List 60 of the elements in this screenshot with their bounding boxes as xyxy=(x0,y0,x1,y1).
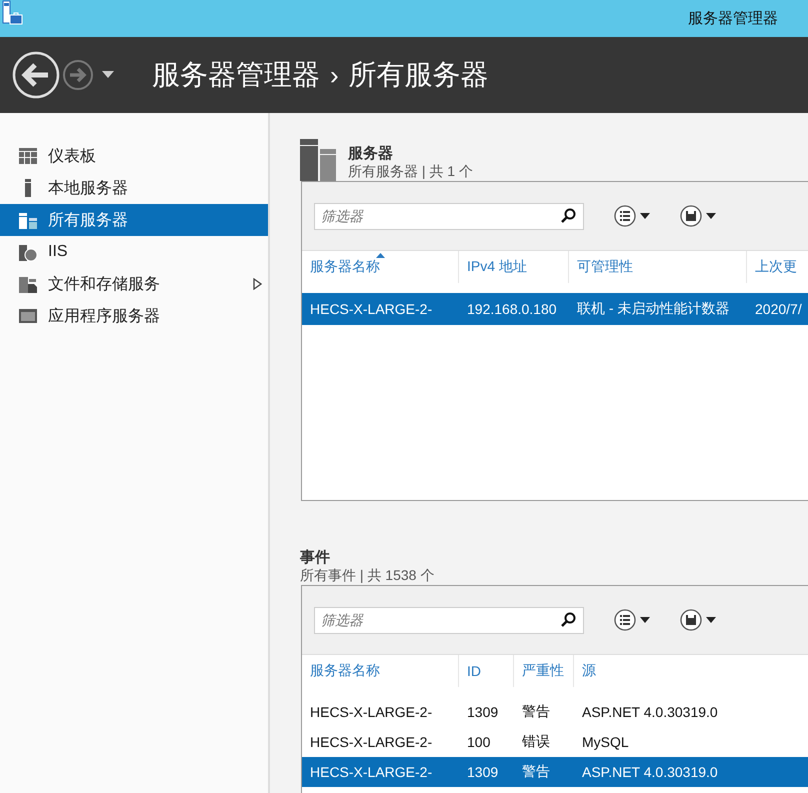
sidebar-item[interactable]: 本地服务器 xyxy=(0,172,268,204)
sidebar-item[interactable]: IIS xyxy=(0,236,268,268)
servers-icon xyxy=(300,139,336,181)
column-header[interactable]: 服务器名称 xyxy=(302,251,459,283)
sort-arrow-icon xyxy=(376,253,385,258)
table-row[interactable]: HECS-X-LARGE-2- 100 错误 MySQL xyxy=(302,727,808,757)
section-title: 服务器 xyxy=(348,144,394,163)
table-cell-text: HECS-X-LARGE-2- xyxy=(309,704,434,720)
column-header[interactable]: 上次更 xyxy=(747,251,808,283)
table-cell-text: 联机 - 未启动性能计数器 xyxy=(576,300,730,318)
save-options-icon[interactable] xyxy=(680,205,716,227)
search-icon xyxy=(560,612,576,628)
expand-arrow-icon[interactable] xyxy=(253,278,262,290)
column-header[interactable]: IPv4 地址 xyxy=(459,251,569,283)
column-header[interactable]: ID xyxy=(459,655,514,687)
sidebar-item[interactable]: 文件和存储服务 xyxy=(0,268,268,300)
servers-icon xyxy=(18,210,38,230)
section-title: 事件 xyxy=(300,548,331,567)
table-cell-text: 警告 xyxy=(521,703,551,721)
globe-server-icon xyxy=(18,242,38,262)
table-cell-text: HECS-X-LARGE-2- xyxy=(309,764,434,780)
breadcrumb-root[interactable]: 服务器管理器 xyxy=(152,56,320,94)
search-icon xyxy=(560,208,576,224)
table-row[interactable]: HECS-X-LARGE-2- 192.168.0.180 联机 - 未启动性能计数器 2020/7/ xyxy=(302,293,808,325)
sidebar-item[interactable]: 所有服务器 xyxy=(0,204,268,236)
save-options-icon[interactable] xyxy=(680,609,716,631)
window-title: 服务器管理器 xyxy=(688,9,778,28)
column-header[interactable]: 可管理性 xyxy=(569,251,747,283)
table-cell-text: MySQL xyxy=(581,734,630,750)
table-cell-text: 1309 xyxy=(466,704,500,720)
table-cell-text: ASP.NET 4.0.30319.0 xyxy=(581,764,719,780)
column-header[interactable]: 严重性 xyxy=(514,655,574,687)
window-icon xyxy=(18,306,38,326)
filter-field[interactable]: 筛选器 xyxy=(314,202,584,230)
table-cell-text: HECS-X-LARGE-2- xyxy=(309,301,434,317)
file-storage-icon xyxy=(18,274,38,294)
section-subtitle: 所有服务器 | 共 1 个 xyxy=(348,163,473,181)
section-subtitle: 所有事件 | 共 1538 个 xyxy=(300,567,434,585)
table-cell-text: 警告 xyxy=(521,763,551,781)
list-options-icon[interactable] xyxy=(614,205,650,227)
breadcrumb-current: 所有服务器 xyxy=(348,58,489,92)
table-cell-text: 错误 xyxy=(521,733,551,751)
table-cell-text: ASP.NET 4.0.30319.0 xyxy=(581,704,719,720)
table-row[interactable]: HECS-X-LARGE-2- 1309 警告 ASP.NET 4.0.30319.0 xyxy=(302,697,808,727)
server-toolbox-icon xyxy=(2,0,24,26)
column-header[interactable]: 源 xyxy=(574,655,774,687)
filter-field[interactable]: 筛选器 xyxy=(314,606,584,634)
sidebar-item[interactable]: 仪表板 xyxy=(0,140,268,172)
table-cell-text: 192.168.0.180 xyxy=(466,301,558,317)
list-options-icon[interactable] xyxy=(614,609,650,631)
table-cell-text: HECS-X-LARGE-2- xyxy=(309,734,434,750)
column-header[interactable]: 服务器名称 xyxy=(302,655,459,687)
sidebar-item[interactable]: 应用程序服务器 xyxy=(0,300,268,332)
table-cell-text: 1309 xyxy=(466,764,500,780)
grid-icon xyxy=(18,146,38,166)
table-cell-text: 100 xyxy=(466,734,492,750)
table-cell-text: 2020/7/ xyxy=(754,301,803,317)
breadcrumb-separator: › xyxy=(330,60,339,90)
table-row[interactable]: HECS-X-LARGE-2- 1309 警告 ASP.NET 4.0.30319.0 xyxy=(302,757,808,787)
dropdown-caret-icon[interactable] xyxy=(102,71,114,79)
